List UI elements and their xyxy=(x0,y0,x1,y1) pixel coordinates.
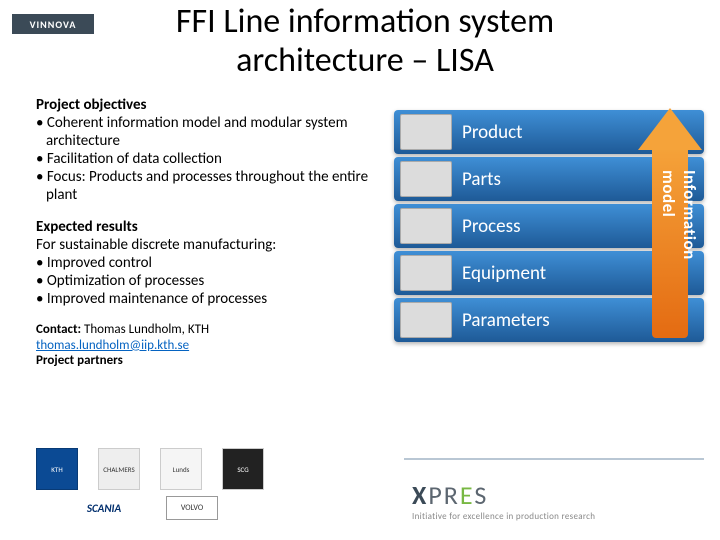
bar-label: Process xyxy=(462,215,521,238)
xpres-end: S xyxy=(474,479,488,511)
bar-label: Parts xyxy=(462,168,501,191)
diagram-bar-parameters: Parameters xyxy=(394,298,704,342)
bar-label: Parameters xyxy=(462,309,550,332)
results-head: Expected results xyxy=(36,218,376,236)
list-item: Focus: Products and processes throughout… xyxy=(36,168,376,204)
xpres-e: E xyxy=(460,479,474,511)
body-text: Project objectives Coherent information … xyxy=(36,96,376,369)
xpres-tagline: Initiative for excellence in production … xyxy=(412,511,702,522)
xpres-logo: XPRES Initiative for excellence in produ… xyxy=(412,479,702,522)
partner-logo-kth: KTH xyxy=(36,448,78,490)
list-item: Coherent information model and modular s… xyxy=(36,114,376,150)
bar-label: Product xyxy=(462,121,523,144)
thumb-icon xyxy=(400,302,452,338)
partner-logo-scania: SCANIA xyxy=(70,496,138,520)
partner-logo-lunds: Lunds xyxy=(160,448,202,490)
list-item: Facilitation of data collection xyxy=(36,150,376,168)
partner-logo-chalmers: CHALMERS xyxy=(98,448,140,490)
thumb-icon xyxy=(400,208,452,244)
info-model-diagram: Product Parts Process Equipment Paramete… xyxy=(394,110,704,345)
contact-line: Contact: Thomas Lundholm, KTH thomas.lun… xyxy=(36,322,376,353)
diagram-bar-parts: Parts xyxy=(394,157,704,201)
list-item: Improved control xyxy=(36,254,376,272)
bar-label: Equipment xyxy=(462,262,546,285)
partners-row-1: KTH CHALMERS Lunds SCG xyxy=(36,448,264,490)
xpres-x: X xyxy=(412,479,428,511)
objectives-list: Coherent information model and modular s… xyxy=(36,114,376,204)
partners-row-2: SCANIA VOLVO xyxy=(70,496,218,520)
diagram-bar-process: Process xyxy=(394,204,704,248)
diagram-bar-product: Product xyxy=(394,110,704,154)
results-intro: For sustainable discrete manufacturing: xyxy=(36,236,376,254)
thumb-icon xyxy=(400,161,452,197)
page-title: FFI Line information system architecture… xyxy=(105,2,625,80)
list-item: Improved maintenance of processes xyxy=(36,290,376,308)
thumb-icon xyxy=(400,255,452,291)
partner-logo-scg: SCG xyxy=(222,448,264,490)
partners-head: Project partners xyxy=(36,353,376,369)
objectives-head: Project objectives xyxy=(36,96,376,114)
contact-email-link[interactable]: thomas.lundholm@iip.kth.se xyxy=(36,338,189,353)
diagram-bar-equipment: Equipment xyxy=(394,251,704,295)
divider xyxy=(404,458,704,460)
contact-label: Contact: xyxy=(36,322,81,337)
vinnova-logo: VINNOVA xyxy=(12,14,94,34)
contact-name: Thomas Lundholm, KTH xyxy=(84,322,209,337)
results-list: Improved control Optimization of process… xyxy=(36,254,376,308)
partner-logo-volvo: VOLVO xyxy=(166,496,218,520)
xpres-mid: PR xyxy=(428,479,460,511)
list-item: Optimization of processes xyxy=(36,272,376,290)
thumb-icon xyxy=(400,114,452,150)
